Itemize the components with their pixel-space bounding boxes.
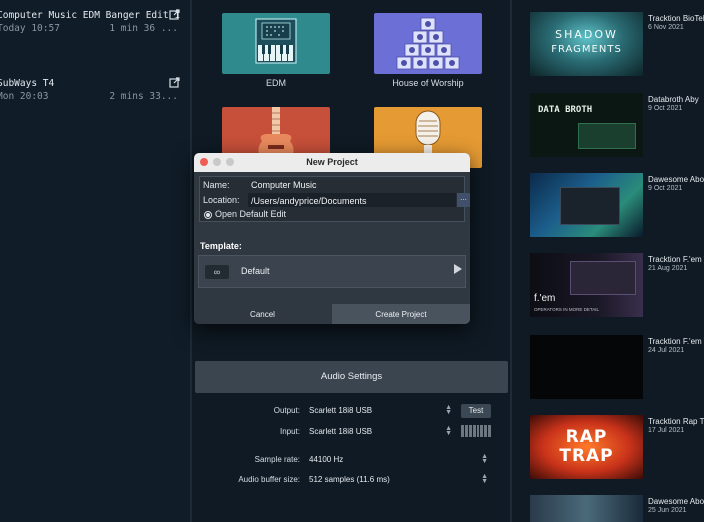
buffer-size-label: Audio buffer size:	[238, 475, 300, 484]
column-divider	[510, 0, 512, 522]
synth-keyboard-art	[255, 18, 297, 64]
tutorial-thumbnail[interactable]	[530, 173, 643, 237]
template-tile-edm[interactable]	[222, 13, 330, 74]
audio-settings-title: Audio Settings	[320, 371, 383, 382]
template-label-edm: EDM	[266, 78, 286, 88]
open-default-edit-radio[interactable]	[204, 211, 212, 219]
thumbnail-title: SHADOW	[555, 28, 618, 41]
tutorial-title[interactable]: Tracktion F.'em Tu	[648, 255, 704, 264]
location-label: Location:	[203, 195, 240, 205]
output-label: Output:	[273, 406, 300, 415]
tutorial-title[interactable]: Tracktion F.'em Th	[648, 337, 704, 346]
select-arrows-icon: ▲ ▼	[445, 404, 452, 416]
input-level-meter	[461, 425, 491, 437]
cancel-button[interactable]: Cancel	[194, 304, 331, 324]
new-project-dialog: New Project Name: Computer Music Locatio…	[194, 153, 470, 324]
project-details-form: Name: Computer Music Location: /Users/an…	[199, 176, 470, 222]
output-device-select[interactable]: Scarlett 18i8 USB ▲ ▼	[305, 403, 455, 417]
recent-project-duration: 2 mins 33...	[109, 91, 178, 102]
input-label: Input:	[279, 427, 300, 436]
tutorial-thumbnail[interactable]: SHADOW FRAGMENTS	[530, 12, 643, 76]
select-arrows-icon: ▲ ▼	[481, 473, 488, 485]
thumbnail-graphic	[560, 187, 620, 225]
thumbnail-graphic	[578, 123, 636, 149]
tutorial-title[interactable]: Databroth Aby	[648, 95, 699, 104]
speakers-pyramid-art	[396, 17, 460, 70]
input-device-value: Scarlett 18i8 USB	[309, 427, 373, 436]
column-divider	[190, 0, 192, 522]
tutorial-date: 21 Aug 2021	[648, 265, 688, 272]
thumbnail-graphic	[570, 261, 636, 295]
tutorial-date: 25 Jun 2021	[648, 507, 687, 514]
thumbnail-subtitle: TRAP	[559, 446, 614, 466]
open-external-icon[interactable]	[169, 77, 180, 88]
tutorial-title[interactable]: Tracktion BioTek Sh	[648, 14, 704, 23]
select-arrows-icon: ▲ ▼	[445, 425, 452, 437]
recent-project-date: Mon 20:03	[0, 91, 49, 102]
template-tile-house-of-worship[interactable]	[374, 13, 482, 74]
thumbnail-title: DATA BROTH	[538, 105, 593, 115]
template-selector[interactable]: ∞ Default	[198, 255, 466, 288]
tutorial-thumbnail[interactable]: f.'em OPERATORS IN MORE DETAIL	[530, 253, 643, 317]
tutorial-title[interactable]: Dawesome Abo	[648, 175, 704, 184]
play-arrow-icon[interactable]	[454, 264, 462, 274]
tutorial-thumbnail[interactable]: RAP TRAP	[530, 415, 643, 479]
test-button[interactable]: Test	[461, 404, 491, 418]
tutorial-date: 6 Nov 2021	[648, 24, 684, 31]
open-default-edit-label[interactable]: Open Default Edit	[215, 209, 286, 219]
name-label: Name:	[203, 180, 230, 190]
template-label-house-of-worship: House of Worship	[392, 78, 464, 88]
template-name: Default	[241, 266, 270, 276]
input-device-select[interactable]: Scarlett 18i8 USB ▲ ▼	[305, 424, 455, 438]
audio-settings-header[interactable]: Audio Settings	[195, 361, 508, 393]
create-project-button[interactable]: Create Project	[332, 304, 470, 324]
browse-location-button[interactable]: ...	[457, 193, 470, 207]
sample-rate-value: 44100 Hz	[309, 455, 344, 464]
tutorial-thumbnail[interactable]	[530, 495, 643, 522]
thumbnail-subtitle: FRAGMENTS	[551, 44, 622, 55]
buffer-size-select[interactable]: 512 samples (11.6 ms) ▲ ▼	[305, 472, 491, 486]
tutorial-title[interactable]: Dawesome Abo	[648, 497, 704, 506]
recent-project-item[interactable]: SubWays T4 Mon 20:03 2 mins 33...	[0, 77, 190, 106]
sample-rate-label: Sample rate:	[254, 455, 300, 464]
buffer-size-value: 512 samples (11.6 ms)	[309, 475, 390, 484]
tutorial-thumbnail[interactable]	[530, 335, 643, 399]
select-arrows-icon: ▲ ▼	[481, 453, 488, 465]
tutorial-thumbnail[interactable]: DATA BROTH	[530, 93, 643, 157]
thumbnail-title: f.'em	[534, 293, 556, 304]
location-value: /Users/andyprice/Documents	[251, 196, 367, 206]
infinity-icon: ∞	[205, 265, 229, 279]
open-external-icon[interactable]	[169, 9, 180, 20]
sample-rate-select[interactable]: 44100 Hz ▲ ▼	[305, 452, 491, 466]
tutorial-date: 9 Oct 2021	[648, 105, 683, 112]
template-heading: Template:	[200, 241, 242, 251]
recent-project-date: Today 10:57	[0, 23, 60, 34]
tutorial-date: 9 Oct 2021	[648, 185, 683, 192]
tutorial-date: 17 Jul 2021	[648, 427, 685, 434]
recent-project-name: SubWays T4	[0, 78, 55, 89]
tutorial-title[interactable]: Tracktion Rap Tr	[648, 417, 704, 426]
project-name-field[interactable]: Computer Music	[251, 180, 317, 190]
thumbnail-subtitle: OPERATORS IN MORE DETAIL	[534, 307, 600, 312]
output-device-value: Scarlett 18i8 USB	[309, 406, 373, 415]
recent-project-item[interactable]: Computer Music EDM Banger Edit 1 Today 1…	[0, 9, 190, 38]
recent-project-duration: 1 min 36 ...	[109, 23, 178, 34]
thumbnail-title: RAP	[565, 427, 608, 447]
dialog-title: New Project	[306, 157, 358, 167]
dialog-titlebar[interactable]: New Project	[194, 153, 470, 172]
recent-project-name: Computer Music EDM Banger Edit 1	[0, 10, 181, 21]
tutorial-date: 24 Jul 2021	[648, 347, 685, 354]
